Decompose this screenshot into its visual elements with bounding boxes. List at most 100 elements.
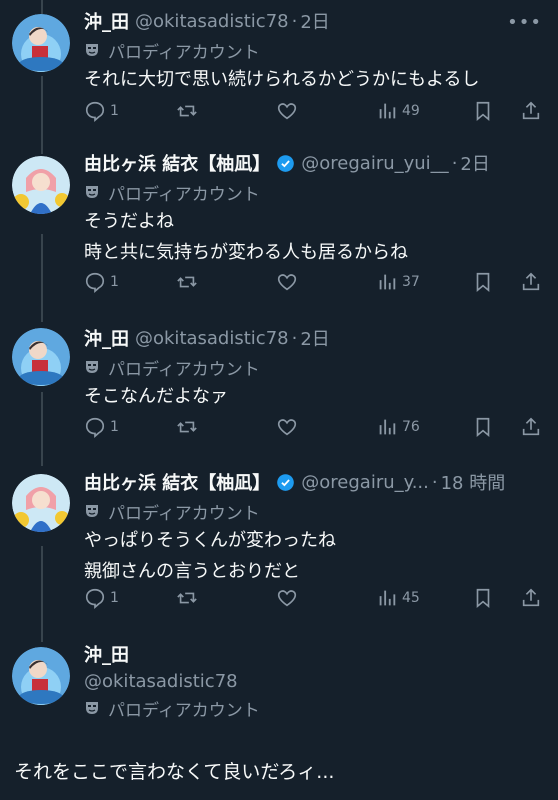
bookmark-button[interactable] bbox=[472, 271, 494, 293]
user-handle[interactable]: @oregairu_yui__ bbox=[301, 153, 448, 174]
tweet-header: 沖_田 @okitasadistic78 · 2日 bbox=[84, 8, 544, 34]
timestamp[interactable]: 2日 bbox=[300, 8, 329, 34]
reply-count: 1 bbox=[110, 274, 119, 290]
mask-icon bbox=[86, 186, 98, 198]
views-button[interactable]: 37 bbox=[376, 271, 420, 293]
action-bar: 1 76 bbox=[84, 416, 544, 444]
bookmark-button[interactable] bbox=[472, 587, 494, 609]
reply-button[interactable]: 1 bbox=[84, 100, 119, 122]
views-button[interactable]: 49 bbox=[376, 100, 420, 122]
tweet-text: やっぱりそうくんが変わったね 親御さんの言うとおりだと bbox=[84, 525, 336, 587]
tweet[interactable]: 由比ヶ浜 結衣【柚凪】 @oregairu_yui__ · 2日 パロディアカウ… bbox=[0, 150, 558, 320]
display-name[interactable]: 沖_田 bbox=[84, 643, 238, 669]
heart-icon bbox=[277, 103, 297, 120]
tweet[interactable]: 由比ヶ浜 結衣【柚凪】 @oregairu_y... · 18 時間 パロディア… bbox=[0, 469, 558, 639]
bookmark-icon bbox=[476, 417, 490, 438]
like-button[interactable] bbox=[276, 416, 298, 438]
like-button[interactable] bbox=[276, 100, 298, 122]
share-icon bbox=[522, 101, 540, 120]
parody-label: パロディアカウント bbox=[84, 696, 260, 721]
separator-dot: · bbox=[291, 327, 298, 349]
verified-badge-icon bbox=[277, 154, 295, 172]
retweet-button[interactable] bbox=[176, 100, 198, 122]
display-name[interactable]: 由比ヶ浜 結衣【柚凪】 bbox=[84, 150, 270, 176]
bookmark-button[interactable] bbox=[472, 100, 494, 122]
tweet-header: 沖_田 @okitasadistic78 · 2日 bbox=[84, 325, 544, 351]
reply-button[interactable]: 1 bbox=[84, 271, 119, 293]
tweet[interactable]: 沖_田 @okitasadistic78 · 2日 ••• パロディアカウント … bbox=[0, 8, 558, 148]
tweet-header: 由比ヶ浜 結衣【柚凪】 @oregairu_y... · 18 時間 bbox=[84, 469, 544, 495]
parody-label: パロディアカウント bbox=[84, 499, 260, 524]
avatar[interactable] bbox=[12, 328, 70, 386]
tweet-text: そうだよね 時と共に気持ちが変わる人も居るからね bbox=[84, 206, 408, 268]
reply-count: 1 bbox=[110, 103, 119, 119]
retweet-icon bbox=[177, 421, 197, 433]
mask-icon bbox=[86, 505, 98, 517]
view-count: 76 bbox=[402, 419, 420, 435]
tweet-text-line: やっぱりそうくんが変わったね bbox=[84, 530, 336, 551]
avatar[interactable] bbox=[12, 156, 70, 214]
retweet-button[interactable] bbox=[176, 271, 198, 293]
share-button[interactable] bbox=[520, 587, 542, 609]
analytics-icon bbox=[379, 103, 396, 119]
view-count: 37 bbox=[402, 274, 420, 290]
display-name[interactable]: 由比ヶ浜 結衣【柚凪】 bbox=[84, 469, 270, 495]
parody-text: パロディアカウント bbox=[108, 359, 260, 380]
action-bar: 1 37 bbox=[84, 271, 544, 299]
like-button[interactable] bbox=[276, 587, 298, 609]
retweet-button[interactable] bbox=[176, 587, 198, 609]
timestamp[interactable]: 18 時間 bbox=[441, 469, 506, 495]
mask-icon bbox=[86, 361, 98, 373]
user-handle[interactable]: @okitasadistic78 bbox=[135, 328, 289, 349]
timestamp[interactable]: 2日 bbox=[300, 325, 329, 351]
avatar[interactable] bbox=[12, 474, 70, 532]
retweet-icon bbox=[177, 105, 197, 117]
timestamp[interactable]: 2日 bbox=[460, 150, 489, 176]
share-button[interactable] bbox=[520, 271, 542, 293]
user-handle[interactable]: @okitasadistic78 bbox=[84, 669, 238, 695]
parody-label: パロディアカウント bbox=[84, 180, 260, 205]
bookmark-button[interactable] bbox=[472, 416, 494, 438]
share-icon bbox=[522, 272, 540, 291]
separator-dot: · bbox=[431, 471, 438, 493]
display-name[interactable]: 沖_田 bbox=[84, 325, 129, 351]
display-name[interactable]: 沖_田 bbox=[84, 8, 129, 34]
reply-button[interactable]: 1 bbox=[84, 416, 119, 438]
share-button[interactable] bbox=[520, 416, 542, 438]
like-button[interactable] bbox=[276, 271, 298, 293]
tweet-text: そこなんだよなァ bbox=[84, 381, 228, 412]
reply-count: 1 bbox=[110, 590, 119, 606]
reply-count: 1 bbox=[110, 419, 119, 435]
tweet-text-line: 親御さんの言うとおりだと bbox=[84, 561, 300, 582]
tweet-text-line: そうだよね bbox=[84, 211, 174, 232]
views-button[interactable]: 76 bbox=[376, 416, 420, 438]
user-handle[interactable]: @oregairu_y... bbox=[301, 472, 429, 493]
share-icon bbox=[522, 417, 540, 436]
views-button[interactable]: 45 bbox=[376, 587, 420, 609]
share-button[interactable] bbox=[520, 100, 542, 122]
heart-icon bbox=[277, 274, 297, 291]
avatar[interactable] bbox=[12, 647, 70, 705]
tweet-text-line: それに大切で思い続けられるかどうかにもよるし bbox=[84, 69, 480, 90]
tweet[interactable]: 沖_田 @okitasadistic78 · 2日 パロディアカウント そこなん… bbox=[0, 325, 558, 465]
heart-icon bbox=[277, 590, 297, 607]
retweet-button[interactable] bbox=[176, 416, 198, 438]
more-options-icon[interactable]: ••• bbox=[507, 12, 542, 33]
analytics-icon bbox=[379, 274, 396, 290]
tweet-text-line: そこなんだよなァ bbox=[84, 386, 228, 407]
retweet-icon bbox=[177, 276, 197, 288]
avatar[interactable] bbox=[12, 14, 70, 72]
reply-icon bbox=[85, 417, 105, 438]
parody-text: パロディアカウント bbox=[108, 700, 260, 721]
user-handle[interactable]: @okitasadistic78 bbox=[135, 11, 289, 32]
heart-icon bbox=[277, 419, 297, 436]
tweet-text-line: 時と共に気持ちが変わる人も居るからね bbox=[84, 242, 408, 263]
reply-button[interactable]: 1 bbox=[84, 587, 119, 609]
tweet-header: 由比ヶ浜 結衣【柚凪】 @oregairu_yui__ · 2日 bbox=[84, 150, 544, 176]
retweet-icon bbox=[177, 592, 197, 604]
parody-text: パロディアカウント bbox=[108, 184, 260, 205]
bookmark-icon bbox=[476, 101, 490, 122]
parody-label: パロディアカウント bbox=[84, 38, 260, 63]
parody-text: パロディアカウント bbox=[108, 503, 260, 524]
verified-badge-icon bbox=[277, 473, 295, 491]
